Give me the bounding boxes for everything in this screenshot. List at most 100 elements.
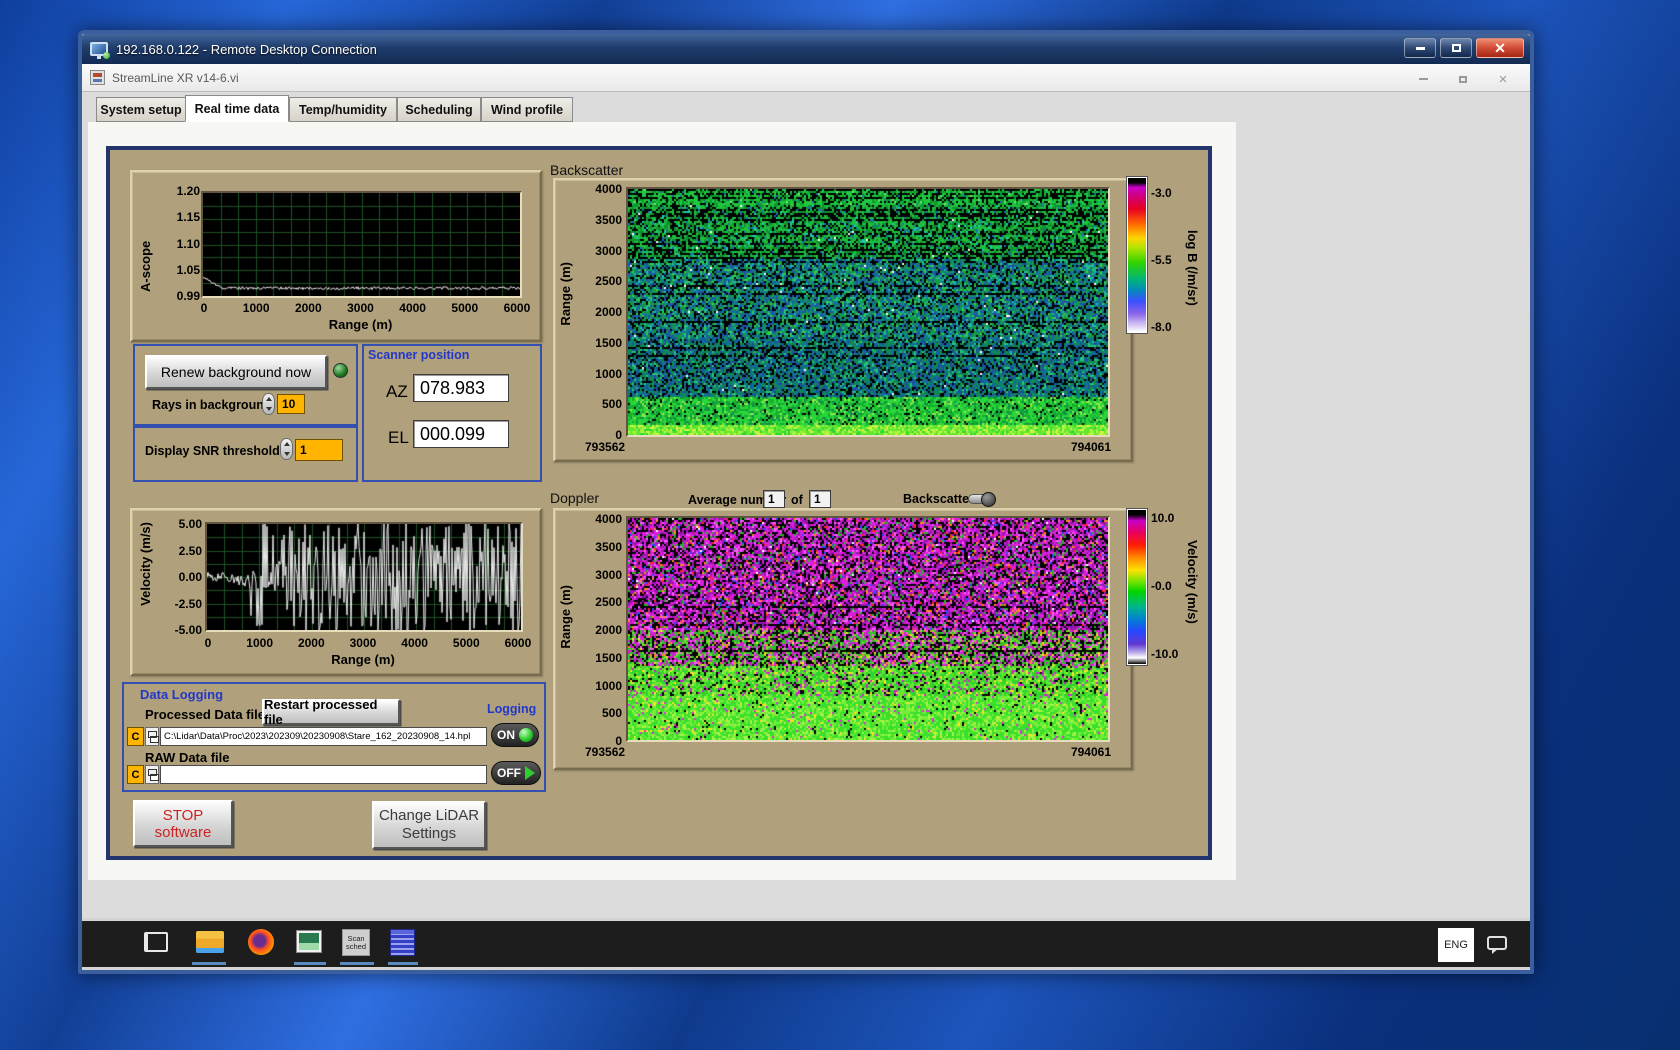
scanner-position-title: Scanner position (368, 348, 469, 362)
maximize-button[interactable] (1440, 38, 1472, 58)
processed-path-field[interactable] (160, 727, 487, 746)
app-restore-icon (1459, 76, 1467, 83)
app-minimize-icon (1419, 78, 1428, 80)
spinner-up-icon (284, 442, 290, 446)
restart-processed-file-button[interactable]: Restart processed file (262, 699, 400, 725)
backscatter-colorbar[interactable] (1126, 176, 1148, 334)
doppler-y-axis-label: Range (m) (558, 585, 573, 649)
rdp-window-title: 192.168.0.122 - Remote Desktop Connectio… (116, 42, 377, 57)
tab-temp-humidity[interactable]: Temp/humidity (289, 97, 397, 122)
average-total-field[interactable]: 1 (809, 490, 831, 508)
feedback-chat-icon[interactable] (1487, 936, 1507, 950)
velocity-x-axis-label: Range (m) (206, 652, 520, 667)
raw-data-file-label: RAW Data file (145, 750, 230, 765)
renew-background-button[interactable]: Renew background now (145, 355, 327, 389)
app-minimize-button[interactable] (1408, 70, 1438, 88)
close-icon: ✕ (1494, 40, 1506, 57)
velocity-plot-canvas (207, 524, 521, 630)
el-label: EL (388, 428, 409, 448)
doppler-colorbar[interactable] (1126, 508, 1148, 666)
raw-browse-icon[interactable] (145, 765, 159, 784)
processed-browse-icon[interactable] (145, 727, 159, 746)
logging-off-led (525, 766, 535, 780)
open-app-underline (340, 962, 374, 965)
backscatter-y-ticks: 40003500300025002000150010005000 (576, 183, 622, 441)
doppler-x-first: 793562 (585, 746, 625, 758)
rdp-titlebar[interactable]: 192.168.0.122 - Remote Desktop Connectio… (82, 34, 1530, 64)
doppler-x-last: 794061 (1071, 746, 1111, 758)
scanner-position-group (362, 344, 542, 482)
renew-background-led (333, 363, 348, 378)
ascope-plot (201, 191, 522, 298)
open-app-underline (192, 962, 226, 965)
backscatter-colorbar-ticks: -3.0-5.5-8.0 (1151, 187, 1187, 333)
tab-wind-profile[interactable]: Wind profile (481, 97, 573, 122)
scan-scheduler-icon[interactable]: Scan sched (342, 929, 370, 956)
ascope-y-ticks: 1.201.151.101.050.99 (158, 185, 200, 302)
backscatter-y-axis-label: Range (m) (558, 262, 573, 326)
backscatter-toggle-label: Backscatter (903, 492, 974, 506)
rays-spinner[interactable] (262, 393, 275, 415)
doppler-plot (626, 516, 1110, 742)
task-view-icon[interactable] (144, 932, 168, 952)
raw-drive-button[interactable]: C (127, 765, 144, 784)
rays-value-field[interactable]: 10 (277, 394, 305, 414)
doppler-colorbar-gradient (1128, 510, 1146, 664)
snr-spinner[interactable] (280, 438, 293, 460)
app-restore-button[interactable] (1448, 70, 1478, 88)
doppler-colorbar-label: Velocity (m/s) (1185, 540, 1200, 624)
language-indicator[interactable]: ENG (1438, 928, 1474, 962)
minimize-button[interactable] (1404, 38, 1436, 58)
spinner-down-icon (284, 452, 290, 456)
ascope-x-axis-label: Range (m) (202, 317, 519, 332)
open-app-underline (294, 962, 326, 965)
stop-software-button[interactable]: STOP software (133, 800, 233, 847)
logging-label: Logging (487, 702, 536, 716)
velocity-y-axis-label: Velocity (m/s) (138, 522, 153, 606)
ascope-x-ticks: 0100020003000400050006000 (187, 302, 534, 314)
backscatter-plot-canvas (628, 189, 1108, 435)
remote-desktop-icon (90, 42, 108, 56)
backscatter-x-first: 793562 (585, 441, 625, 453)
streamline-app-icon[interactable] (296, 930, 322, 953)
backscatter-title: Backscatter (550, 162, 623, 178)
velocity-y-ticks: 5.002.500.00-2.50-5.00 (156, 518, 202, 636)
velocity-x-ticks: 0100020003000400050006000 (191, 637, 535, 649)
ascope-y-axis-label: A-scope (138, 200, 153, 292)
tab-scheduling[interactable]: Scheduling (397, 97, 481, 122)
app-close-button[interactable]: × (1488, 70, 1518, 88)
tab-system-setup[interactable]: System setup (96, 97, 186, 122)
change-lidar-settings-button[interactable]: Change LiDAR Settings (372, 801, 486, 849)
file-explorer-icon[interactable] (196, 931, 224, 953)
blue-striped-document-icon[interactable] (390, 929, 415, 956)
snr-value-field[interactable]: 1 (295, 439, 343, 461)
tab-real-time-data[interactable]: Real time data (185, 95, 289, 122)
spinner-down-icon (266, 407, 272, 411)
doppler-x-labels: 793562 794061 (585, 746, 1111, 758)
backscatter-colorbar-gradient (1128, 178, 1146, 332)
app-window-title: StreamLine XR v14-6.vi (112, 71, 239, 85)
app-icon-chart (299, 933, 319, 950)
raw-path-field[interactable] (160, 765, 487, 784)
ascope-plot-canvas (203, 193, 520, 296)
processed-drive-button[interactable]: C (127, 727, 144, 746)
app-titlebar[interactable]: StreamLine XR v14-6.vi (82, 64, 1530, 92)
backscatter-plot (626, 187, 1110, 437)
backscatter-toggle-slider[interactable] (968, 494, 994, 504)
close-button[interactable]: ✕ (1476, 38, 1524, 58)
firefox-icon[interactable] (248, 929, 274, 955)
processed-data-file-label: Processed Data file (145, 707, 265, 722)
app-close-icon: × (1499, 71, 1508, 88)
minimize-icon (1416, 47, 1425, 50)
data-logging-title: Data Logging (140, 687, 223, 702)
logging-on-led (519, 728, 533, 742)
doppler-title: Doppler (550, 490, 599, 506)
processed-logging-toggle[interactable]: ON (491, 723, 539, 747)
of-label: of (791, 493, 803, 507)
velocity-plot (205, 522, 523, 632)
doppler-plot-canvas (628, 518, 1108, 740)
raw-logging-toggle[interactable]: OFF (491, 761, 541, 785)
az-value-field: 078.983 (413, 374, 509, 402)
average-number-field[interactable]: 1 (763, 490, 785, 508)
el-value-field: 000.099 (413, 420, 509, 448)
